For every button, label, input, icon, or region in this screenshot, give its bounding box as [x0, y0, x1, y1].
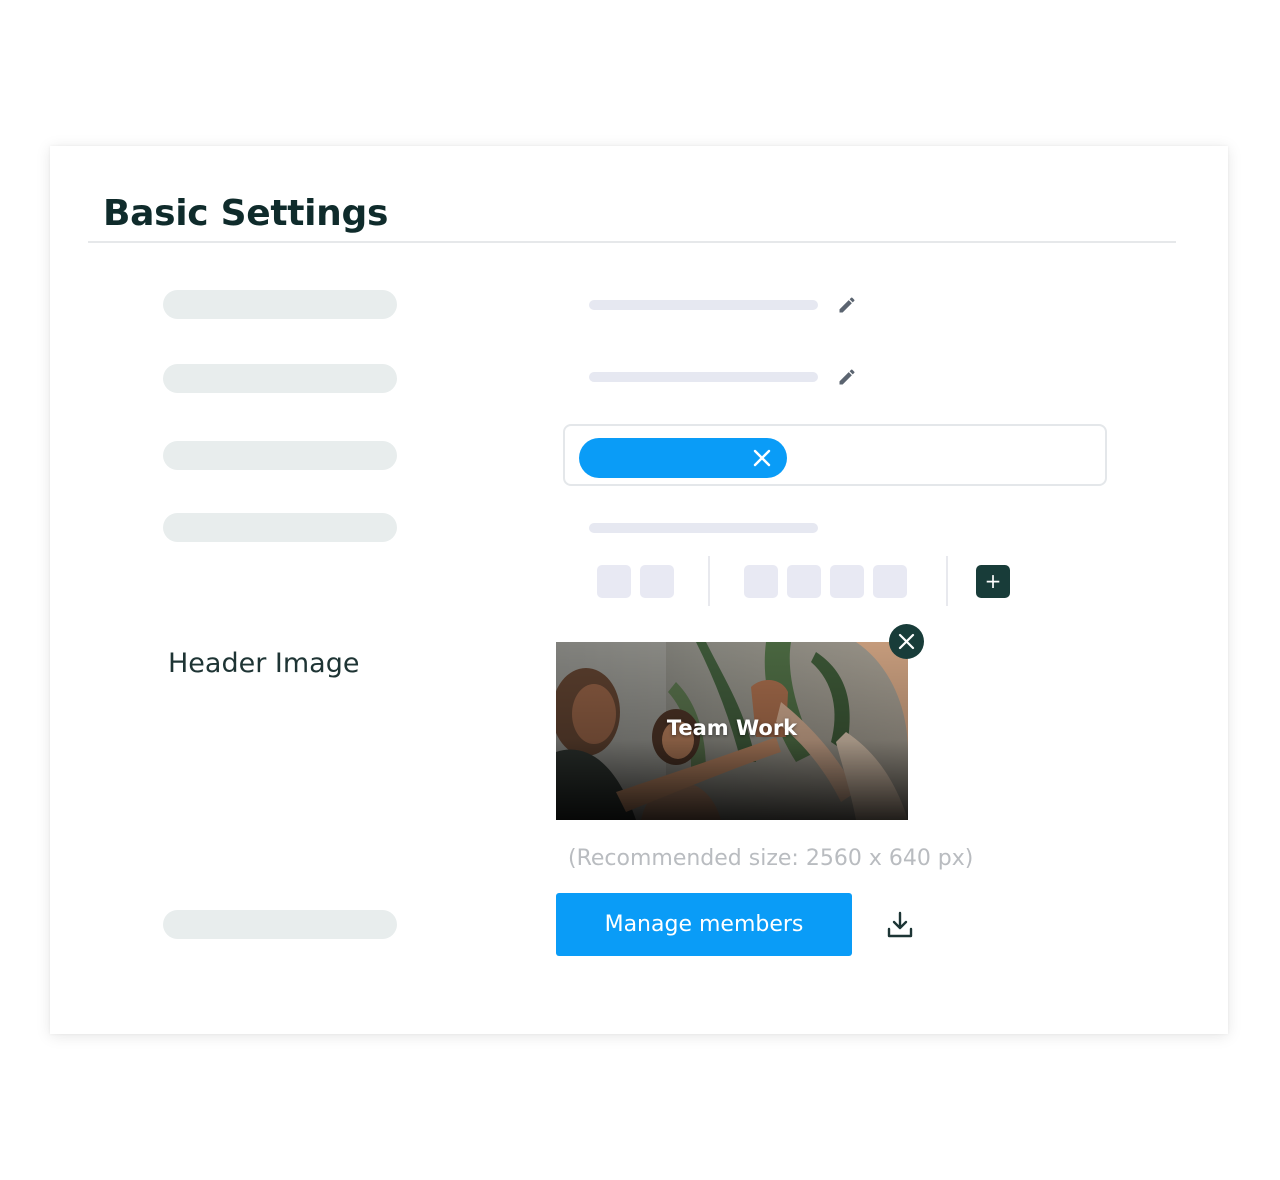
- recommended-size-hint: (Recommended size: 2560 x 640 px): [568, 846, 974, 871]
- pencil-icon[interactable]: [837, 295, 857, 315]
- pencil-icon[interactable]: [837, 367, 857, 387]
- option-square[interactable]: [640, 565, 674, 598]
- header-image-label: Header Image: [168, 648, 360, 679]
- option-square[interactable]: [787, 565, 821, 598]
- tag-chip: [579, 438, 787, 478]
- settings-card: Basic Settings + Header Image Team Work …: [50, 146, 1228, 1034]
- add-button[interactable]: +: [976, 565, 1010, 598]
- tag-input[interactable]: [563, 424, 1107, 486]
- group-separator: [708, 556, 710, 606]
- image-caption: Team Work: [666, 716, 798, 740]
- option-square[interactable]: [597, 565, 631, 598]
- download-icon[interactable]: [885, 910, 915, 940]
- value-placeholder-2: [589, 372, 818, 382]
- option-square[interactable]: [744, 565, 778, 598]
- header-image-preview: Team Work: [556, 642, 908, 820]
- value-placeholder-1: [589, 300, 818, 310]
- label-placeholder-3: [163, 441, 397, 470]
- group-separator: [946, 556, 948, 606]
- value-placeholder-4: [589, 523, 818, 533]
- option-square[interactable]: [830, 565, 864, 598]
- close-icon[interactable]: [753, 449, 771, 467]
- label-placeholder-5: [163, 910, 397, 939]
- manage-members-button[interactable]: Manage members: [556, 893, 852, 956]
- page-title: Basic Settings: [103, 193, 389, 234]
- label-placeholder-2: [163, 364, 397, 393]
- label-placeholder-4: [163, 513, 397, 542]
- close-icon: [898, 633, 915, 650]
- option-square[interactable]: [873, 565, 907, 598]
- label-placeholder-1: [163, 290, 397, 319]
- title-divider: [88, 241, 1176, 243]
- remove-image-button[interactable]: [889, 624, 924, 659]
